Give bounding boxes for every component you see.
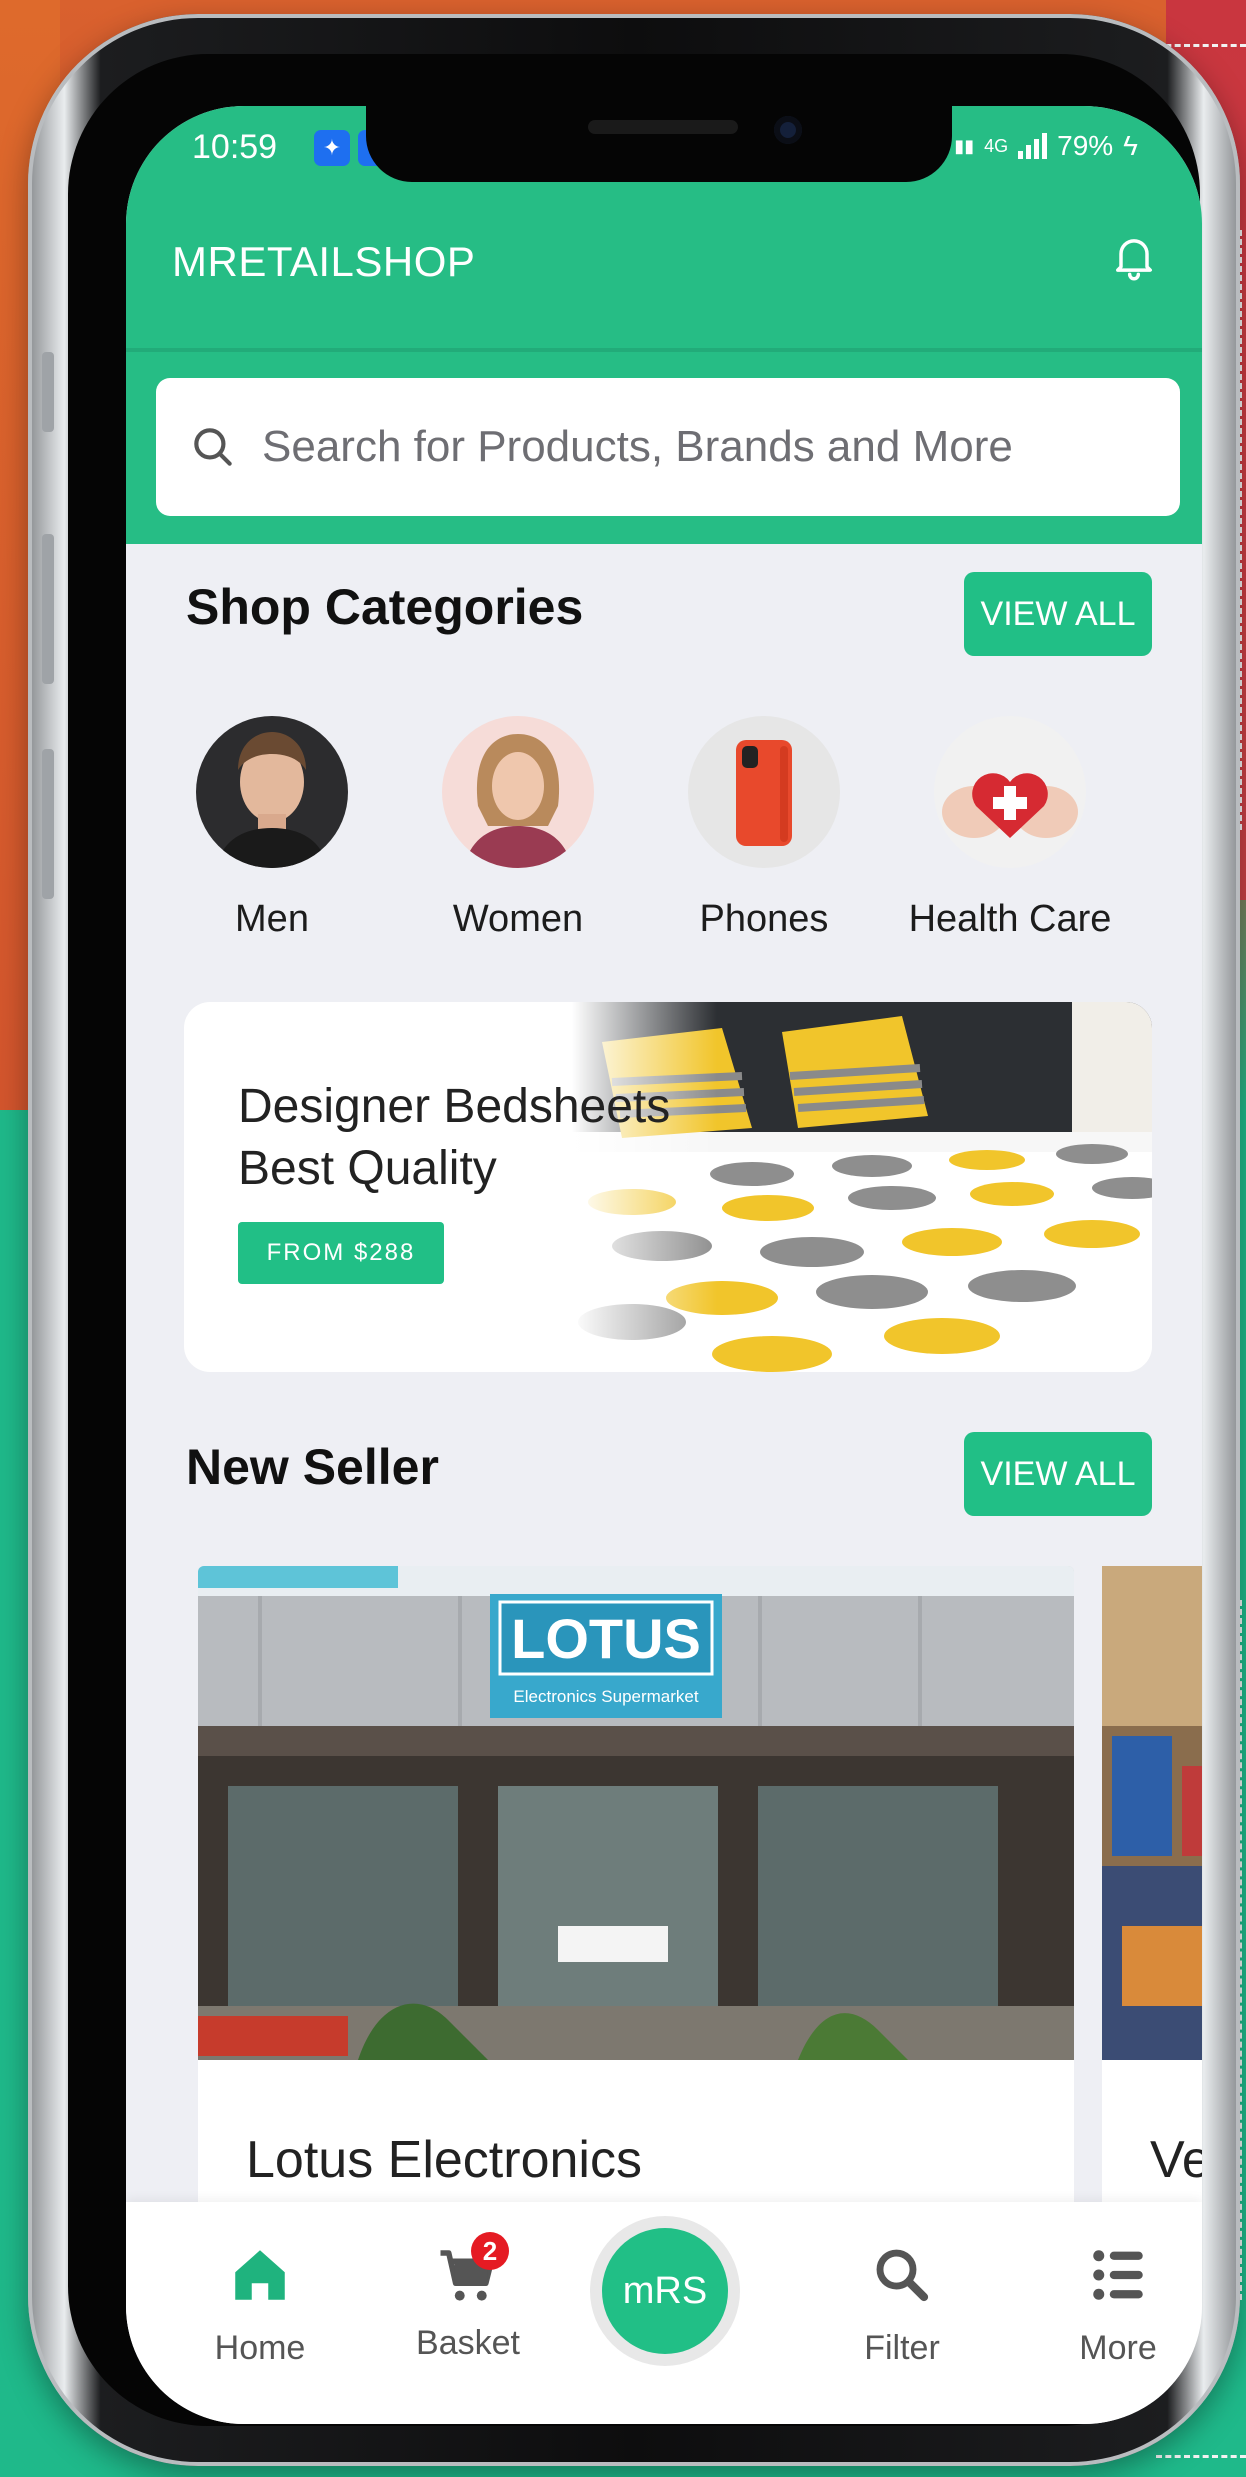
- nav-filter-label: Filter: [864, 2329, 940, 2367]
- mrs-button-label: mRS: [602, 2228, 728, 2354]
- header-divider: [126, 348, 1202, 352]
- phone-side-button: [42, 352, 54, 432]
- status-indicators: ▮▮ 4G 79% ϟ: [954, 130, 1138, 162]
- network-label: 4G: [984, 135, 1009, 156]
- phone-side-button: [42, 534, 54, 684]
- more-list-icon: [1093, 2250, 1143, 2300]
- shop-categories-title: Shop Categories: [186, 579, 584, 635]
- notch-speaker: [588, 120, 738, 134]
- banner-line-1: Designer Bedsheets: [238, 1080, 671, 1133]
- search-placeholder: Search for Products, Brands and More: [262, 422, 1013, 471]
- bottom-navigation: Home 2 Basket mRS Filter More: [126, 2202, 1202, 2424]
- battery-percent: 79%: [1057, 130, 1114, 161]
- phone-frame: 10:59 ✦ ▮▮ 4G 79% ϟ MRETAILSHOP Search f…: [28, 14, 1240, 2466]
- phone-image-icon: [688, 716, 840, 868]
- signal-icon: [1018, 133, 1048, 159]
- nav-home[interactable]: Home: [180, 2242, 340, 2368]
- mrs-home-button[interactable]: mRS: [590, 2216, 740, 2366]
- category-phones[interactable]: Phones: [644, 716, 884, 941]
- phone-notch: [366, 106, 952, 182]
- basket-icon: 2: [433, 2232, 509, 2308]
- categories-view-all-button[interactable]: VIEW ALL: [964, 572, 1152, 656]
- health-care-icon: [934, 716, 1086, 868]
- app-header: 10:59 ✦ ▮▮ 4G 79% ϟ MRETAILSHOP Search f…: [126, 106, 1202, 544]
- promo-banner[interactable]: Designer Bedsheets Best Quality FROM $28…: [184, 1002, 1152, 1372]
- seller-store-photo: LOTUS Electronics Supermarket: [198, 1566, 1074, 2060]
- seller-card[interactable]: Ve: [1102, 1566, 1202, 2246]
- app-title: MRETAILSHOP: [172, 238, 476, 285]
- basket-count-badge: 2: [471, 2232, 509, 2270]
- women-portrait-icon: [442, 716, 594, 868]
- category-women[interactable]: Women: [398, 716, 638, 941]
- category-label: Phones: [699, 898, 829, 940]
- phone-screen: 10:59 ✦ ▮▮ 4G 79% ϟ MRETAILSHOP Search f…: [126, 106, 1202, 2424]
- store-sign-text: LOTUS: [511, 1607, 701, 1670]
- category-list: Men Women Phones Health Care: [126, 716, 1202, 966]
- filter-search-icon: [876, 2249, 929, 2302]
- seller-name: Lotus Electronics: [246, 2131, 642, 2189]
- category-label: Health Care: [908, 898, 1112, 940]
- search-icon: [194, 428, 232, 466]
- category-label: Women: [452, 898, 584, 940]
- banner-line-2: Best Quality: [238, 1142, 497, 1195]
- seller-view-all-button[interactable]: VIEW ALL: [964, 1432, 1152, 1516]
- category-men[interactable]: Men: [152, 716, 392, 941]
- store-sign-subtext: Electronics Supermarket: [513, 1687, 698, 1706]
- nav-filter[interactable]: Filter: [822, 2242, 982, 2368]
- phone-side-button: [42, 749, 54, 899]
- home-icon: [235, 2250, 285, 2300]
- bell-icon[interactable]: [1108, 230, 1160, 282]
- category-health-care[interactable]: Health Care: [890, 716, 1130, 941]
- category-label: Men: [235, 898, 309, 940]
- banner-headline: Designer Bedsheets Best Quality: [238, 1076, 758, 1200]
- charging-icon: ϟ: [1123, 130, 1138, 161]
- decorative-dashed-line: [1156, 2455, 1246, 2458]
- men-portrait-icon: [196, 716, 348, 868]
- seller-store-photo: [1102, 1566, 1202, 2060]
- nav-more-label: More: [1079, 2329, 1157, 2367]
- seller-card[interactable]: LOTUS Electronics Supermarket Lotus Elec…: [198, 1566, 1074, 2246]
- nav-basket[interactable]: 2 Basket: [388, 2232, 548, 2363]
- new-seller-title: New Seller: [186, 1439, 439, 1495]
- volte-icon: ▮▮: [954, 135, 975, 156]
- notch-camera: [774, 116, 802, 144]
- notification-app-icon: ✦: [314, 130, 350, 166]
- banner-price-button[interactable]: FROM $288: [238, 1222, 444, 1284]
- nav-more[interactable]: More: [1038, 2242, 1198, 2368]
- nav-basket-label: Basket: [416, 2324, 520, 2362]
- seller-name: Ve: [1150, 2131, 1202, 2189]
- nav-home-label: Home: [214, 2329, 306, 2367]
- search-input[interactable]: Search for Products, Brands and More: [156, 378, 1180, 516]
- status-time: 10:59: [192, 128, 278, 166]
